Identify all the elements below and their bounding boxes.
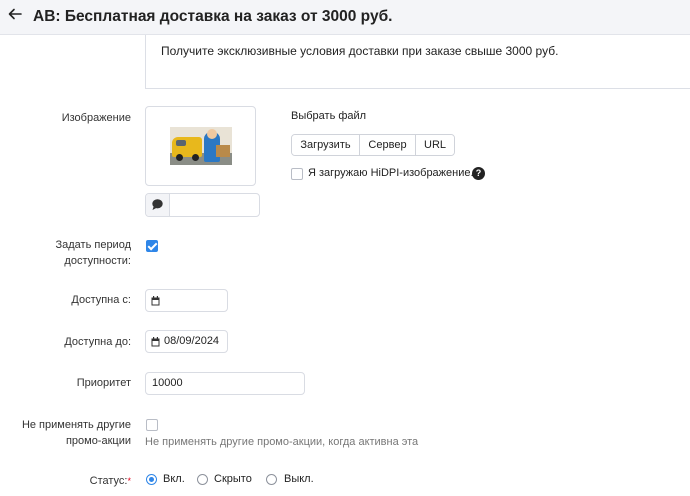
image-label: Изображение	[61, 112, 131, 124]
url-button[interactable]: URL	[416, 135, 454, 155]
upload-button[interactable]: Загрузить	[292, 135, 360, 155]
status-option-off-label: Выкл.	[284, 473, 314, 485]
available-from-field[interactable]	[145, 289, 228, 312]
available-to-value: 08/09/2024	[164, 335, 220, 347]
image-alt-field[interactable]	[145, 193, 260, 217]
status-radio-on[interactable]	[146, 474, 157, 485]
comment-icon	[146, 194, 170, 216]
priority-label: Приоритет	[76, 377, 131, 389]
back-arrow-icon[interactable]	[8, 7, 26, 27]
promo-image	[170, 127, 232, 165]
status-option-hidden-label: Скрыто	[214, 473, 252, 485]
availability-label: Задать период доступности:	[55, 239, 131, 267]
calendar-icon	[151, 296, 160, 306]
page-title: АВ: Бесплатная доставка на заказ от 3000…	[33, 8, 393, 25]
required-mark: *	[127, 476, 131, 486]
available-to-field[interactable]: 08/09/2024	[145, 330, 228, 353]
image-alt-input[interactable]	[171, 194, 259, 216]
file-source-buttons: Загрузить Сервер URL	[291, 134, 455, 156]
availability-checkbox[interactable]	[146, 240, 158, 252]
status-radio-off[interactable]	[266, 474, 277, 485]
status-option-on-label: Вкл.	[163, 473, 185, 485]
top-bar: АВ: Бесплатная доставка на заказ от 3000…	[0, 0, 690, 35]
description-editor[interactable]: Получите эксклюзивные условия доставки п…	[145, 35, 690, 89]
calendar-icon	[151, 337, 160, 347]
priority-input[interactable]: 10000	[145, 372, 305, 395]
available-to-label: Доступна до:	[64, 336, 131, 348]
status-radio-hidden[interactable]	[197, 474, 208, 485]
help-icon[interactable]: ?	[472, 167, 485, 180]
server-button[interactable]: Сервер	[360, 135, 416, 155]
exclusive-label: Не применять другие промо-акции	[21, 419, 131, 447]
choose-file-label: Выбрать файл	[291, 110, 367, 122]
hidpi-label: Я загружаю HiDPI-изображение.	[308, 167, 474, 179]
exclusive-checkbox[interactable]	[146, 419, 158, 431]
available-from-label: Доступна с:	[71, 294, 131, 306]
exclusive-hint: Не применять другие промо-акции, когда а…	[145, 436, 419, 448]
description-text: Получите эксклюзивные условия доставки п…	[161, 44, 559, 58]
status-label: Статус:*	[89, 475, 131, 487]
hidpi-checkbox[interactable]	[291, 168, 303, 180]
image-preview[interactable]	[145, 106, 256, 186]
